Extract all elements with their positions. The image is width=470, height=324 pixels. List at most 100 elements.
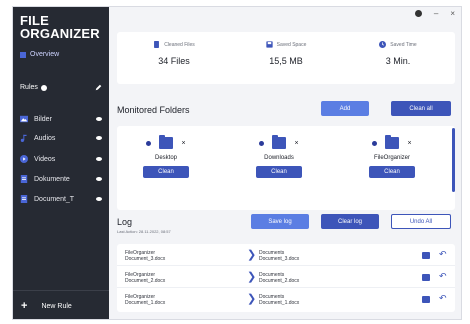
- remove-icon[interactable]: ×: [181, 140, 185, 147]
- sidebar-item-videos[interactable]: Videos: [20, 155, 102, 163]
- folder-card-downloads: × Downloads Clean: [244, 135, 314, 178]
- minimize-button[interactable]: –: [434, 9, 438, 18]
- close-button[interactable]: ×: [450, 9, 455, 18]
- app-title-line2: ORGANIZER: [20, 26, 100, 41]
- document-icon: [20, 175, 28, 183]
- clean-button[interactable]: Clean: [256, 166, 302, 178]
- source-file: Document_3.docx: [125, 256, 166, 262]
- log-source: FileOrganizer Document_2.docx: [125, 272, 165, 284]
- folders-scrollbar[interactable]: [452, 128, 455, 192]
- new-rule-label: New Rule: [41, 303, 72, 310]
- folder-card-desktop: × Desktop Clean: [131, 135, 201, 178]
- sidebar-divider: [13, 290, 109, 291]
- stat-value: 15,5 MB: [269, 56, 303, 66]
- rules-header: Rules: [20, 84, 102, 91]
- new-rule-button[interactable]: + New Rule: [21, 301, 72, 312]
- sidebar-item-label: Audios: [34, 134, 56, 142]
- stat-label: Saved Time: [390, 41, 417, 48]
- folder-icon: [272, 135, 287, 149]
- play-icon: [20, 155, 28, 163]
- stat-cleaned-files: Cleaned Files 34 Files: [119, 41, 229, 66]
- sidebar-item-document-t[interactable]: Document_T: [20, 195, 102, 203]
- source-file: Document_2.docx: [125, 278, 166, 284]
- undo-icon[interactable]: ↶: [439, 293, 447, 304]
- log-last-action: Last Action: 28.11.2022, 08:57: [117, 229, 171, 234]
- sidebar-item-bilder[interactable]: Bilder: [20, 115, 102, 123]
- disk-icon: [265, 41, 273, 48]
- remove-icon[interactable]: ×: [294, 140, 298, 147]
- folder-icon: [385, 135, 400, 149]
- stat-value: 3 Min.: [385, 56, 411, 66]
- folder-name: Downloads: [264, 155, 294, 161]
- sidebar-item-overview[interactable]: Overview: [20, 51, 59, 58]
- gear-icon[interactable]: [146, 140, 152, 146]
- folder-name: FileOrganizer: [373, 155, 410, 161]
- sidebar-item-label: Bilder: [34, 115, 52, 123]
- gear-icon[interactable]: [259, 140, 265, 146]
- eye-icon[interactable]: [96, 177, 102, 181]
- log-title: Log: [117, 217, 133, 227]
- clear-log-button[interactable]: Clear log: [321, 214, 379, 229]
- folder-name: Desktop: [154, 155, 177, 161]
- eye-icon[interactable]: [96, 117, 102, 121]
- document-icon: [20, 195, 28, 203]
- clean-button[interactable]: Clean: [369, 166, 415, 178]
- monitored-folders-title: Monitored Folders: [117, 105, 190, 115]
- save-log-button[interactable]: Save log: [251, 214, 309, 229]
- log-row: FileOrganizer Document_2.docx ❯ Document…: [117, 268, 455, 288]
- sidebar-item-label: Videos: [34, 155, 56, 163]
- sidebar-item-dokumente[interactable]: Dokumente: [20, 175, 102, 183]
- gear-icon[interactable]: [414, 10, 422, 17]
- log-destination: Documents Document_1.docx: [259, 294, 299, 306]
- app-window: FILE ORGANIZER Overview Rules Bilder Aud…: [12, 6, 462, 320]
- open-folder-icon[interactable]: [422, 274, 430, 281]
- music-icon: [20, 134, 27, 142]
- sidebar-item-audios[interactable]: Audios: [20, 134, 102, 142]
- source-file: Document_1.docx: [125, 300, 166, 306]
- stat-value: 34 Files: [158, 56, 190, 66]
- remove-icon[interactable]: ×: [407, 140, 411, 147]
- stat-saved-time: Saved Time 3 Min.: [343, 41, 453, 66]
- log-destination: Documents Document_2.docx: [259, 272, 299, 284]
- rules-label: Rules: [20, 84, 38, 91]
- eye-icon[interactable]: [96, 197, 102, 201]
- eye-icon[interactable]: [96, 157, 102, 161]
- app-title: FILE ORGANIZER: [20, 14, 100, 40]
- stat-saved-space: Saved Space 15,5 MB: [231, 41, 341, 66]
- log-table: FileOrganizer Document_3.docx ❯ Document…: [117, 244, 455, 312]
- log-destination: Documents Document_3.docx: [259, 250, 299, 262]
- sidebar-item-label: Document_T: [34, 195, 75, 203]
- chevron-right-icon: ❯: [247, 271, 257, 283]
- open-folder-icon[interactable]: [422, 252, 430, 259]
- sidebar-item-label: Overview: [30, 51, 60, 58]
- chevron-right-icon: ❯: [247, 293, 257, 305]
- info-icon[interactable]: [40, 84, 47, 91]
- stats-card: Cleaned Files 34 Files Saved Space 15,5 …: [117, 32, 455, 84]
- clean-all-button[interactable]: Clean all: [391, 101, 451, 116]
- log-source: FileOrganizer Document_1.docx: [125, 294, 165, 306]
- clean-button[interactable]: Clean: [143, 166, 189, 178]
- gear-icon[interactable]: [372, 140, 378, 146]
- destination-file: Document_1.docx: [259, 300, 300, 306]
- log-row: FileOrganizer Document_1.docx ❯ Document…: [117, 290, 455, 310]
- destination-file: Document_2.docx: [259, 278, 300, 284]
- undo-icon[interactable]: ↶: [439, 271, 447, 282]
- add-folder-button[interactable]: Add: [321, 101, 369, 116]
- chevron-right-icon: ❯: [247, 249, 257, 261]
- log-row: FileOrganizer Document_3.docx ❯ Document…: [117, 246, 455, 266]
- undo-all-button[interactable]: Undo All: [391, 214, 451, 229]
- undo-icon[interactable]: ↶: [439, 249, 447, 260]
- folder-card-fileorganizer: × FileOrganizer Clean: [357, 135, 427, 178]
- open-folder-icon[interactable]: [422, 296, 430, 303]
- eye-icon[interactable]: [96, 136, 102, 140]
- log-source: FileOrganizer Document_3.docx: [125, 250, 165, 262]
- stat-label: Cleaned Files: [164, 41, 195, 48]
- folder-icon: [159, 135, 174, 149]
- sidebar-item-label: Dokumente: [34, 175, 70, 183]
- plus-icon: +: [21, 300, 28, 312]
- edit-icon[interactable]: [95, 84, 102, 91]
- sidebar: FILE ORGANIZER Overview Rules Bilder Aud…: [13, 7, 109, 319]
- destination-file: Document_3.docx: [259, 256, 300, 262]
- window-controls: – ×: [414, 9, 455, 18]
- file-icon: [154, 41, 160, 48]
